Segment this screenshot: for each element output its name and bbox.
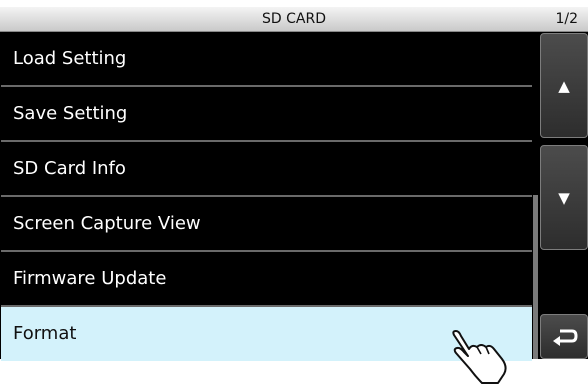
menu-item-firmware-update[interactable]: Firmware Update	[1, 252, 532, 307]
menu-item-label: Load Setting	[13, 48, 127, 69]
back-button[interactable]	[540, 314, 588, 359]
return-arrow-icon	[553, 329, 578, 346]
menu-item-load-setting[interactable]: Load Setting	[1, 32, 532, 87]
triangle-up-icon: ▲	[558, 76, 570, 95]
scroll-up-button[interactable]: ▲	[540, 33, 588, 138]
menu-item-label: Firmware Update	[13, 268, 167, 289]
title-bar: SD CARD 1/2	[0, 7, 588, 32]
menu-item-sd-card-info[interactable]: SD Card Info	[1, 142, 532, 197]
menu-item-label: Save Setting	[13, 103, 128, 124]
menu-item-save-setting[interactable]: Save Setting	[1, 87, 532, 142]
menu-list: Load Setting Save Setting SD Card Info S…	[1, 32, 532, 361]
triangle-down-icon: ▼	[558, 188, 570, 207]
scroll-down-button[interactable]: ▼	[540, 145, 588, 250]
pointing-hand-icon	[452, 330, 507, 384]
menu-item-screen-capture-view[interactable]: Screen Capture View	[1, 197, 532, 252]
menu-item-label: Screen Capture View	[13, 213, 201, 234]
sd-card-screen: SD CARD 1/2 Load Setting Save Setting SD…	[0, 7, 588, 361]
scrollbar-thumb[interactable]	[533, 195, 538, 359]
menu-item-label: Format	[13, 323, 77, 344]
page-indicator: 1/2	[555, 11, 578, 27]
menu-item-label: SD Card Info	[13, 158, 126, 179]
screen-title: SD CARD	[262, 11, 326, 27]
